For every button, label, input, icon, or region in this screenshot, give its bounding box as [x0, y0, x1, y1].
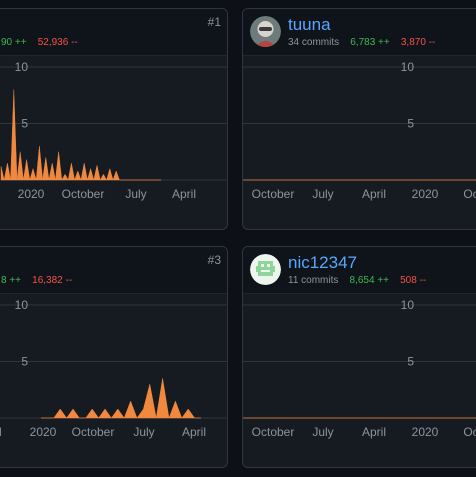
contribution-chart: 10 5 October July April 2020 Octo	[243, 298, 476, 439]
contribution-area	[0, 89, 161, 181]
x-tick-label: il	[0, 425, 2, 439]
y-tick-label: 5	[21, 117, 28, 131]
x-tick-label: Octo	[463, 425, 476, 439]
x-tick-label: July	[133, 425, 154, 439]
x-tick-label: July	[312, 425, 333, 439]
y-tick-label: 5	[407, 117, 414, 131]
y-tick-label: 5	[407, 355, 414, 369]
y-tick-label: 10	[401, 60, 415, 74]
x-tick-label: 2020	[412, 425, 439, 439]
contribution-area	[41, 378, 201, 419]
contribution-chart: 10 5 il 2020 October July April	[0, 298, 227, 439]
x-tick-label: October	[72, 425, 115, 439]
x-tick-label: October	[62, 187, 105, 201]
y-tick-label: 10	[401, 298, 415, 312]
contributor-card: nic12347 11 commits 8,654 ++ 508 -- 10 5 O…	[242, 246, 476, 468]
x-tick-label: July	[312, 187, 333, 201]
x-tick-label: April	[182, 425, 206, 439]
contribution-chart: 10 5 October July April 2020 Octo	[243, 60, 476, 201]
contributor-card: 90 ++ 52,936 -- #1 10 5 2020 October July Apr…	[0, 8, 228, 230]
y-tick-label: 5	[21, 355, 28, 369]
x-tick-label: Octo	[463, 187, 476, 201]
x-tick-label: April	[362, 425, 386, 439]
x-tick-label: April	[362, 187, 386, 201]
contributor-card: tuuna 34 commits 6,783 ++ 3,870 -- 10 5 Oc…	[242, 8, 476, 230]
x-tick-label: 2020	[30, 425, 57, 439]
contributor-card: 8 ++ 16,382 -- #3 105il2020OctoberJulyAp…	[0, 246, 228, 468]
x-tick-label: October	[252, 187, 295, 201]
x-tick-label: 2020	[18, 187, 45, 201]
x-tick-label: 2020	[412, 187, 439, 201]
x-tick-label: October	[252, 425, 295, 439]
y-tick-label: 10	[15, 60, 29, 74]
y-tick-label: 10	[15, 298, 29, 312]
x-tick-label: April	[172, 187, 196, 201]
contribution-chart: 10 5 2020 October July April	[0, 60, 227, 201]
x-tick-label: July	[125, 187, 146, 201]
